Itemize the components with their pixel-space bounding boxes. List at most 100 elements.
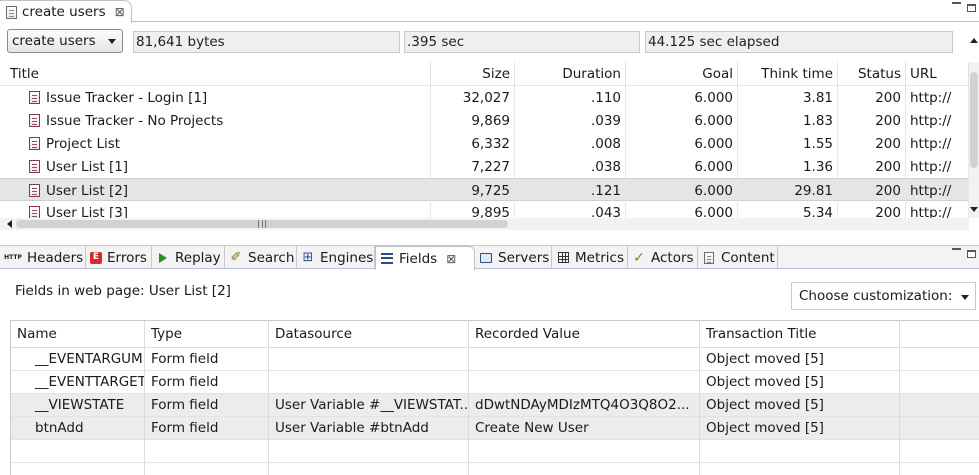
table-row[interactable]: Project List 6,332.008 6.000 1.55 200 http://	[0, 132, 969, 155]
table-row[interactable]: btnAdd Form field User Variable #btnAdd Cre…	[11, 417, 979, 440]
scroll-down-icon[interactable]	[970, 207, 978, 212]
tab-label: Engines	[320, 249, 374, 266]
filler-cell	[900, 371, 979, 393]
field-name-cell	[11, 463, 145, 475]
table-row[interactable]: __VIEWSTATE Form field User Variable #__VI…	[11, 394, 979, 417]
tab-fields[interactable]: Fields ⊠	[375, 246, 475, 270]
web-page-icon	[29, 114, 40, 127]
column-header-title[interactable]: Title	[0, 62, 431, 85]
tab-search[interactable]: ✐ Search	[225, 246, 297, 269]
editor-tab-create-users[interactable]: create users ⊠	[0, 0, 132, 23]
grip-icon	[258, 220, 266, 228]
table-row[interactable]: User List [2] 9,725.121 6.000 29.81 200 http:…	[0, 178, 969, 202]
table-row[interactable]: User List [1] 7,227.038 6.000 1.36 200 http:/…	[0, 155, 969, 178]
recorded-value-cell	[469, 463, 700, 475]
url-cell: http://	[906, 109, 969, 132]
field-type-cell: Form field	[145, 348, 269, 370]
metrics-icon	[556, 251, 570, 265]
table-row[interactable]: Issue Tracker - Login [1] 32,027.110 6.000…	[0, 86, 969, 109]
transaction-select[interactable]: create users	[7, 29, 123, 53]
scroll-up-icon[interactable]	[970, 38, 978, 43]
column-header-name[interactable]: Name	[11, 321, 145, 347]
content-icon	[702, 251, 716, 265]
datasource-cell	[269, 463, 469, 475]
tab-actors[interactable]: ✓ Actors	[628, 246, 698, 269]
goal-cell: 6.000	[626, 132, 738, 155]
table-row[interactable]: __EVENTARGUM Form field Object moved [5]	[11, 348, 979, 371]
page-title: User List [1]	[46, 158, 129, 175]
status-cell: 200	[838, 86, 906, 109]
transaction-title-cell	[700, 463, 900, 475]
scroll-left-icon[interactable]	[7, 220, 12, 228]
field-name-cell: btnAdd	[11, 417, 145, 439]
page-title: User List [2]	[46, 182, 129, 199]
column-header-type[interactable]: Type	[145, 321, 269, 347]
table-row[interactable]: Issue Tracker - No Projects 9,869.039 6.00…	[0, 109, 969, 132]
tab-servers[interactable]: Servers	[475, 246, 552, 269]
size-cell: 6,332	[431, 132, 515, 155]
web-page-icon	[29, 184, 40, 197]
http-icon: HTTP	[4, 253, 22, 261]
size-cell: 9,725	[431, 179, 515, 202]
transaction-title-cell: Object moved [5]	[700, 348, 900, 370]
tab-label: Errors	[107, 249, 147, 266]
editor-maximize-icon[interactable]	[967, 4, 976, 12]
tab-content[interactable]: Content	[698, 246, 778, 269]
view-maximize-icon[interactable]	[967, 250, 976, 258]
errors-icon: E	[90, 251, 102, 264]
column-header-transaction-title[interactable]: Transaction Title	[700, 321, 900, 347]
view-minimize-icon[interactable]	[952, 248, 961, 250]
status-cell: 200	[838, 179, 906, 202]
recorded-value-cell	[469, 348, 700, 370]
field-name-cell: __EVENTTARGET	[11, 371, 145, 393]
editor-minimize-icon[interactable]	[952, 2, 961, 4]
tab-label: Fields	[399, 250, 438, 267]
column-header-status[interactable]: Status	[838, 62, 906, 85]
status-cell: 200	[838, 109, 906, 132]
column-header-duration[interactable]: Duration	[515, 62, 626, 85]
tab-headers[interactable]: HTTP Headers	[0, 246, 86, 269]
web-page-icon	[29, 137, 40, 150]
think-time-cell: 1.36	[738, 155, 838, 178]
vertical-scrollbar[interactable]	[969, 62, 979, 218]
customization-select-value: Choose customization:	[799, 288, 953, 304]
size-cell: 32,027	[431, 86, 515, 109]
tab-replay[interactable]: Replay	[152, 246, 225, 269]
scroll-thumb[interactable]	[970, 72, 978, 168]
servers-icon	[479, 251, 493, 265]
url-cell: http://	[906, 201, 969, 218]
table-row[interactable]: __EVENTTARGET Form field Object moved [5]	[11, 371, 979, 394]
tab-engines[interactable]: ⊞ Engines	[297, 246, 375, 269]
column-header-goal[interactable]: Goal	[626, 62, 738, 85]
think-time-cell: 5.34	[738, 201, 838, 218]
field-type-cell: Form field	[145, 371, 269, 393]
tab-metrics[interactable]: Metrics	[552, 246, 628, 269]
size-cell: 9,869	[431, 109, 515, 132]
column-header-url[interactable]: URL	[906, 62, 969, 85]
duration-cell: .110	[515, 86, 626, 109]
table-row[interactable]: User List [3] 9,895.043 6.000 5.34 200 http:/…	[0, 201, 969, 218]
filler-cell	[900, 348, 979, 370]
title-cell: User List [1]	[0, 155, 431, 178]
column-header-think-time[interactable]: Think time	[738, 62, 838, 85]
bytes-readout: 81,641 bytes	[133, 31, 400, 53]
column-header-datasource[interactable]: Datasource	[269, 321, 469, 347]
recorded-value-cell	[469, 440, 700, 462]
recorded-value-cell: Create New User	[469, 417, 700, 439]
field-name-cell	[11, 440, 145, 462]
tab-errors[interactable]: E Errors	[86, 246, 152, 269]
goal-cell: 6.000	[626, 86, 738, 109]
column-header-size[interactable]: Size	[431, 62, 515, 85]
tab-label: Replay	[175, 249, 221, 266]
horizontal-scrollbar[interactable]	[0, 218, 969, 230]
transaction-title-cell: Object moved [5]	[700, 417, 900, 439]
column-header-recorded-value[interactable]: Recorded Value	[469, 321, 700, 347]
search-icon: ✐	[230, 250, 242, 265]
customization-select[interactable]: Choose customization:	[791, 282, 976, 310]
column-header-filler	[900, 321, 979, 347]
title-cell: Project List	[0, 132, 431, 155]
status-cell: 200	[838, 155, 906, 178]
close-tab-icon[interactable]: ⊠	[446, 253, 456, 265]
close-tab-icon[interactable]: ⊠	[115, 6, 125, 18]
summary-toolbar: create users 81,641 bytes .395 sec 44.12…	[0, 26, 979, 58]
